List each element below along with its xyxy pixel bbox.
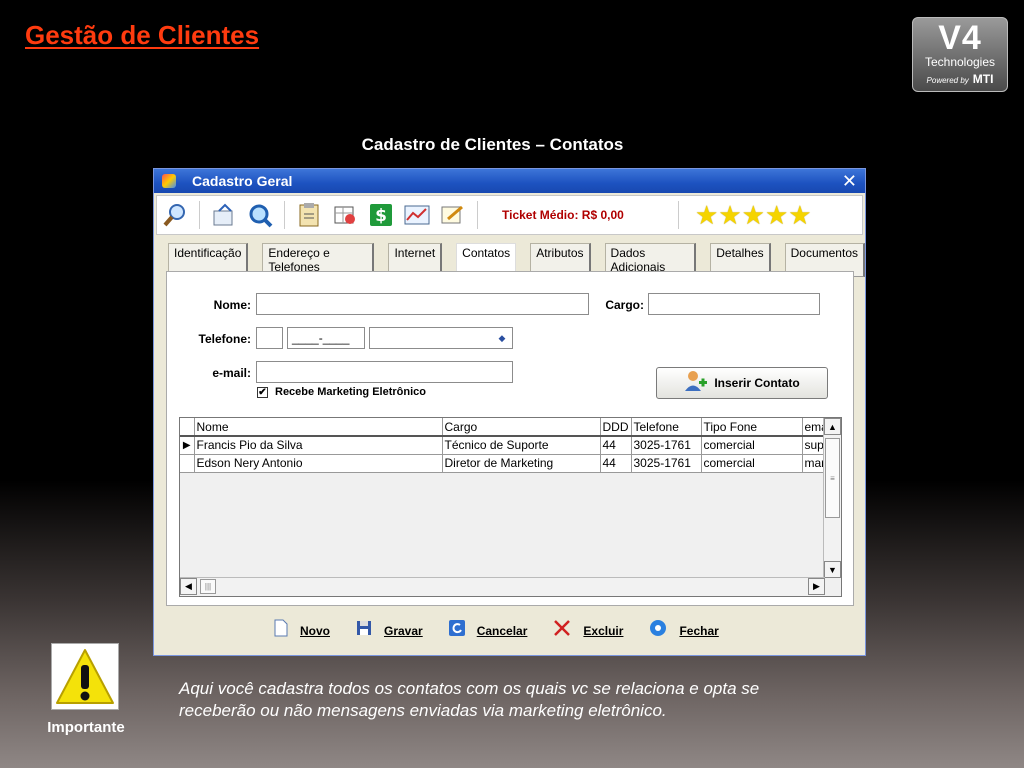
cell-cargo[interactable]: Técnico de Suporte <box>442 436 601 455</box>
star-icon: ★ <box>695 200 719 230</box>
grid-chart-icon[interactable] <box>329 199 361 231</box>
save-icon <box>356 620 372 641</box>
cadastro-geral-window: Cadastro Geral ✕ $ Ticket Médio: R$ 0,00… <box>153 168 866 656</box>
vertical-scroll-thumb[interactable]: ≡ <box>825 438 840 518</box>
horizontal-scrollbar[interactable]: ◀ ||| ▶ <box>180 577 825 596</box>
scroll-up-icon[interactable]: ▲ <box>824 418 841 435</box>
v4-technologies-logo: V4 Technologies Powered by MTI <box>912 17 1008 92</box>
inserir-contato-label: Inserir Contato <box>714 376 800 390</box>
importante-label: Importante <box>47 719 125 736</box>
cell-telefone[interactable]: 3025-1761 <box>631 454 702 473</box>
dollar-icon[interactable]: $ <box>365 199 397 231</box>
star-icon: ★ <box>718 200 742 230</box>
undo-icon <box>448 620 465 641</box>
column-header-tipo-fone[interactable]: Tipo Fone <box>701 418 803 437</box>
column-header-ddd[interactable]: DDD <box>600 418 632 437</box>
column-header-nome[interactable]: Nome <box>194 418 443 437</box>
logo-line: Technologies <box>924 55 996 69</box>
toolbar: $ Ticket Médio: R$ 0,00 ★ ★ ★ ★ ★ <box>156 195 863 235</box>
open-folder-icon[interactable] <box>208 199 240 231</box>
contatos-panel: Nome: Cargo: Telefone: ____-____ ◆ e-mai… <box>166 271 854 606</box>
excluir-button[interactable]: Excluir <box>553 619 623 642</box>
cargo-label: Cargo: <box>605 298 644 312</box>
logo-brand: MTI <box>972 72 994 86</box>
slide-subtitle: Cadastro de Clientes – Contatos <box>361 135 624 154</box>
app-icon <box>162 174 176 188</box>
action-bar: Novo Gravar Cancelar Excluir Fechar <box>274 619 745 642</box>
telefone-label: Telefone: <box>198 332 251 346</box>
logo-main: V4 <box>938 19 982 57</box>
ticket-medio: Ticket Médio: R$ 0,00 <box>502 208 624 222</box>
search-icon[interactable] <box>159 199 191 231</box>
cell-cargo[interactable]: Diretor de Marketing <box>442 454 601 473</box>
window-titlebar[interactable]: Cadastro Geral ✕ <box>154 169 865 193</box>
fechar-label: Fechar <box>679 623 719 638</box>
ddd-input[interactable] <box>256 327 283 349</box>
email-input[interactable] <box>256 361 513 383</box>
cell-nome[interactable]: Edson Nery Antonio <box>194 454 443 473</box>
updown-icon[interactable]: ◆ <box>493 328 511 348</box>
table-row[interactable]: ▶ Francis Pio da Silva Técnico de Suport… <box>180 436 831 455</box>
scroll-left-icon[interactable]: ◀ <box>180 578 197 595</box>
logo-powered: Powered by MTI <box>913 72 1007 86</box>
window-title: Cadastro Geral <box>192 173 293 189</box>
chart-icon[interactable] <box>401 199 433 231</box>
gravar-button[interactable]: Gravar <box>356 620 423 641</box>
cancelar-button[interactable]: Cancelar <box>448 620 528 641</box>
svg-text:$: $ <box>375 206 387 226</box>
email-label: e-mail: <box>212 366 251 380</box>
table-row[interactable]: Edson Nery Antonio Diretor de Marketing … <box>180 454 831 473</box>
star-icon: ★ <box>764 200 789 230</box>
table-header-row: Nome Cargo DDD Telefone Tipo Fone ema <box>180 418 831 437</box>
gravar-label: Gravar <box>384 623 423 638</box>
fechar-button[interactable]: Fechar <box>649 619 719 642</box>
cell-tipo-fone[interactable]: comercial <box>701 436 803 455</box>
cell-ddd[interactable]: 44 <box>600 454 632 473</box>
nome-input[interactable] <box>256 293 589 315</box>
column-header-telefone[interactable]: Telefone <box>631 418 702 437</box>
edit-icon[interactable] <box>437 199 469 231</box>
phone-mask: ____-____ <box>292 331 350 345</box>
scroll-down-icon[interactable]: ▼ <box>824 561 841 578</box>
cargo-input[interactable] <box>648 293 820 315</box>
clipboard-icon[interactable] <box>293 199 325 231</box>
novo-label: Novo <box>300 623 330 638</box>
marketing-checkbox[interactable]: ✔ Recebe Marketing Eletrônico <box>257 386 426 398</box>
star-icon: ★ <box>741 200 765 230</box>
vertical-scrollbar[interactable]: ▲ ≡ ▼ <box>823 418 841 578</box>
description-text: Aqui você cadastra todos os contatos com… <box>179 679 760 720</box>
checkbox-check-icon[interactable]: ✔ <box>257 386 268 398</box>
cell-telefone[interactable]: 3025-1761 <box>631 436 702 455</box>
cancelar-label: Cancelar <box>476 623 528 638</box>
star-icon: ★ <box>788 200 812 230</box>
close-icon[interactable]: ✕ <box>842 171 857 192</box>
slide-title: Gestão de Clientes <box>25 20 260 50</box>
add-user-icon <box>684 370 708 397</box>
novo-button[interactable]: Novo <box>274 619 330 642</box>
nome-label: Nome: <box>213 298 251 312</box>
telefone-input[interactable]: ____-____ <box>287 327 365 349</box>
horizontal-scroll-thumb[interactable]: ||| <box>200 579 216 594</box>
exit-icon <box>649 619 667 642</box>
cell-tipo-fone[interactable]: comercial <box>701 454 803 473</box>
indicator-header <box>180 418 195 437</box>
cell-nome[interactable]: Francis Pio da Silva <box>194 436 443 455</box>
current-row-indicator-icon: ▶ <box>180 436 195 455</box>
new-document-icon <box>274 619 288 642</box>
warning-icon <box>51 643 119 710</box>
rating-stars: ★ ★ ★ ★ ★ <box>695 202 812 228</box>
inserir-contato-button[interactable]: Inserir Contato <box>656 367 828 399</box>
cell-ddd[interactable]: 44 <box>600 436 632 455</box>
marketing-label: Recebe Marketing Eletrônico <box>275 386 426 398</box>
contacts-table: Nome Cargo DDD Telefone Tipo Fone ema ▶ … <box>180 418 831 473</box>
delete-icon <box>553 619 571 642</box>
scroll-right-icon[interactable]: ▶ <box>808 578 825 595</box>
logo-powered-text: Powered by <box>926 76 969 85</box>
column-header-cargo[interactable]: Cargo <box>442 418 601 437</box>
contacts-grid: Nome Cargo DDD Telefone Tipo Fone ema ▶ … <box>179 417 842 597</box>
row-indicator <box>180 454 195 473</box>
excluir-label: Excluir <box>583 623 624 638</box>
zoom-icon[interactable] <box>244 199 276 231</box>
tipo-fone-select[interactable]: ◆ <box>369 327 513 349</box>
